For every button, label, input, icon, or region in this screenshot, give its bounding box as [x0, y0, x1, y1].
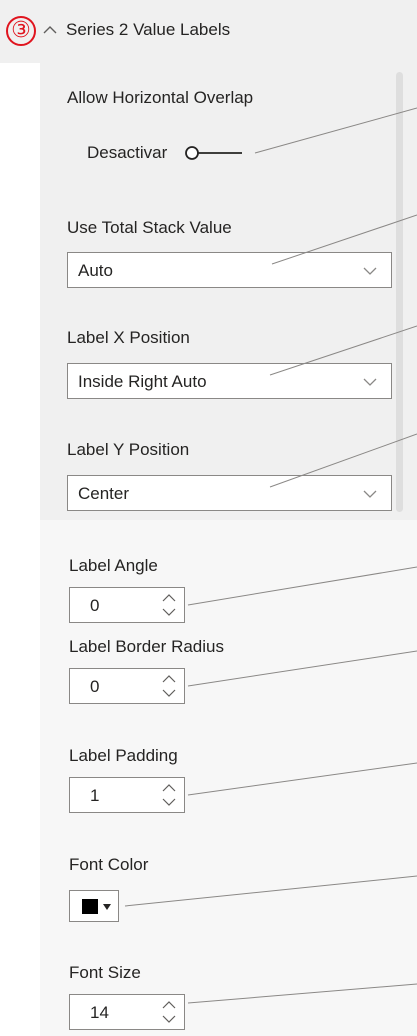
label-border-radius-spinner[interactable]: 0: [69, 668, 185, 704]
spinner-value: 1: [90, 786, 100, 805]
label-x-position-label: Label X Position: [67, 328, 190, 347]
allow-horizontal-overlap-label: Allow Horizontal Overlap: [67, 88, 254, 107]
spinner-arrows-icon[interactable]: [160, 780, 178, 810]
label-y-position-label: Label Y Position: [67, 440, 190, 459]
caret-down-icon: [103, 904, 111, 910]
label-y-position-dropdown[interactable]: Center: [67, 475, 392, 511]
font-color-picker[interactable]: [69, 890, 119, 922]
toggle-state-text: Desactivar: [87, 143, 168, 162]
spinner-value: 14: [90, 1003, 109, 1022]
section-title: Series 2 Value Labels: [66, 20, 231, 39]
allow-horizontal-overlap-toggle[interactable]: [184, 146, 242, 160]
label-padding-spinner[interactable]: 1: [69, 777, 185, 813]
use-total-stack-value-dropdown[interactable]: Auto: [67, 252, 392, 288]
use-total-stack-value-label: Use Total Stack Value: [67, 218, 232, 237]
spinner-value: 0: [90, 596, 100, 615]
dropdown-value: Auto: [78, 261, 113, 280]
spinner-arrows-icon[interactable]: [160, 671, 178, 701]
label-angle-label: Label Angle: [69, 556, 158, 575]
color-swatch: [82, 899, 98, 914]
dropdown-value: Center: [78, 484, 130, 503]
scrollbar[interactable]: [396, 72, 403, 512]
label-padding-label: Label Padding: [69, 746, 178, 765]
dropdown-value: Inside Right Auto: [78, 372, 207, 391]
font-size-spinner[interactable]: 14: [69, 994, 185, 1030]
label-angle-spinner[interactable]: 0: [69, 587, 185, 623]
chevron-down-icon: [363, 267, 377, 275]
step-badge: ③: [6, 16, 36, 46]
label-x-position-dropdown[interactable]: Inside Right Auto: [67, 363, 392, 399]
chevron-up-icon[interactable]: [42, 22, 58, 38]
label-border-radius-label: Label Border Radius: [69, 637, 224, 656]
font-color-label: Font Color: [69, 855, 149, 874]
spinner-arrows-icon[interactable]: [160, 997, 178, 1027]
spinner-value: 0: [90, 677, 100, 696]
chevron-down-icon: [363, 490, 377, 498]
font-size-label: Font Size: [69, 963, 141, 982]
chevron-down-icon: [363, 378, 377, 386]
spinner-arrows-icon[interactable]: [160, 590, 178, 620]
